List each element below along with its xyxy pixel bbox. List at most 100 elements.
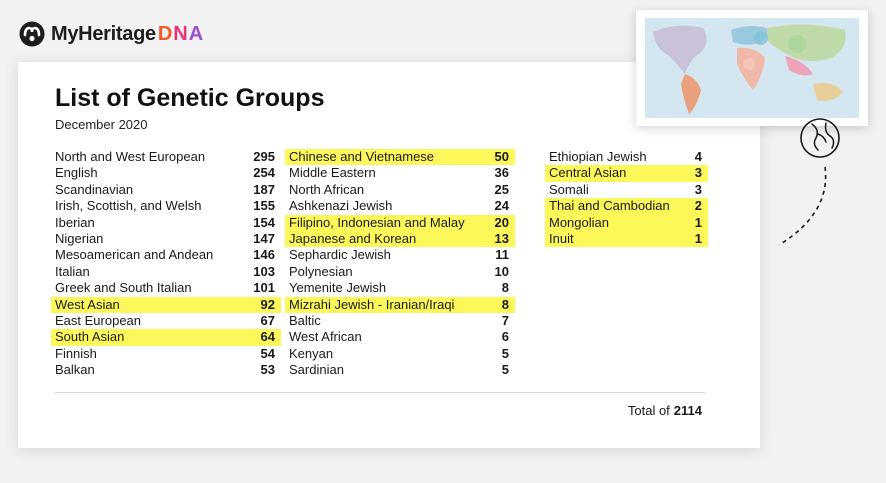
group-name: Ashkenazi Jewish	[289, 198, 393, 214]
group-name: Balkan	[55, 362, 95, 378]
group-row: West African 6	[289, 329, 509, 345]
group-count: 4	[694, 149, 702, 164]
group-count: 1	[694, 230, 702, 246]
group-row: English 254	[55, 165, 275, 181]
group-row: Finnish 54	[55, 346, 275, 362]
total-value: 2114	[673, 403, 702, 418]
group-count: 25	[494, 181, 509, 197]
group-name: Sardinian	[289, 362, 344, 378]
group-row: Kenyan 5	[289, 346, 509, 362]
group-name: Iberian	[55, 214, 95, 230]
group-row: Italian 103	[55, 264, 275, 280]
group-count: 5	[501, 362, 509, 378]
group-name: East European	[55, 312, 142, 328]
globe-icon	[800, 118, 840, 158]
group-count: 103	[253, 263, 275, 279]
groups-column-3: Ethiopian Jewish 4 Central Asian 3 Somali 3 Th…	[545, 149, 708, 248]
group-row: Mizrahi Jewish - Iranian/Iraqi 8	[285, 296, 515, 314]
group-name: Central Asian	[549, 165, 627, 181]
group-count: 295	[253, 149, 275, 164]
group-name: Chinese and Vietnamese	[289, 149, 435, 164]
group-count: 20	[494, 214, 509, 230]
group-row: Thai and Cambodian 2	[545, 198, 708, 215]
group-row: Mongolian 1	[545, 214, 708, 232]
group-count: 53	[260, 362, 275, 378]
group-name: Polynesian	[289, 263, 353, 279]
group-row: West Asian 92	[51, 296, 281, 314]
group-row: East European 67	[55, 313, 275, 329]
myheritage-logo-icon	[19, 21, 45, 47]
group-count: 5	[501, 345, 509, 361]
group-row: Greek and South Italian 101	[55, 280, 275, 296]
group-name: Filipino, Indonesian and Malay	[289, 214, 465, 230]
group-row: Ethiopian Jewish 4	[549, 149, 702, 165]
group-name: Ethiopian Jewish	[549, 149, 647, 164]
group-row: Filipino, Indonesian and Malay 20	[285, 214, 515, 232]
group-name: Scandinavian	[55, 181, 134, 197]
group-name: Middle Eastern	[289, 165, 376, 181]
group-count: 6	[501, 329, 509, 345]
group-count: 146	[253, 247, 275, 263]
group-name: West Asian	[55, 296, 120, 312]
group-row: Central Asian 3	[545, 165, 708, 183]
group-name: Irish, Scottish, and Welsh	[55, 198, 202, 214]
group-count: 8	[501, 296, 509, 312]
myheritage-logo: MyHeritage DNA	[18, 20, 204, 48]
group-count: 24	[494, 198, 509, 214]
group-name: South Asian	[55, 329, 125, 345]
group-row: Japanese and Korean 13	[285, 230, 515, 248]
brand-name: MyHeritage	[51, 22, 156, 45]
page-title: List of Genetic Groups	[55, 84, 325, 112]
group-row: Scandinavian 187	[55, 182, 275, 198]
group-name: Mongolian	[549, 214, 609, 230]
group-name: North African	[289, 181, 365, 197]
group-row: Inuit 1	[545, 230, 708, 248]
group-count: 64	[260, 329, 275, 345]
group-count: 187	[253, 181, 275, 197]
group-row: Chinese and Vietnamese 50	[285, 149, 515, 166]
group-name: Thai and Cambodian	[549, 198, 670, 214]
group-row: Polynesian 10	[289, 264, 509, 280]
list-date: December 2020	[55, 117, 148, 132]
group-name: Somali	[549, 181, 589, 197]
group-count: 50	[494, 149, 509, 164]
group-row: Nigerian 147	[55, 231, 275, 247]
group-row: Sardinian 5	[289, 362, 509, 378]
group-name: Mesoamerican and Andean	[55, 247, 214, 263]
group-name: Yemenite Jewish	[289, 280, 387, 296]
group-name: Baltic	[289, 312, 321, 328]
group-name: Inuit	[549, 230, 574, 246]
group-count: 7	[501, 312, 509, 328]
group-row: Ashkenazi Jewish 24	[289, 198, 509, 214]
group-count: 254	[253, 165, 275, 181]
group-count: 155	[253, 198, 275, 214]
group-name: English	[55, 165, 98, 181]
group-count: 11	[495, 247, 509, 263]
group-row: Mesoamerican and Andean 146	[55, 247, 275, 263]
group-row: Iberian 154	[55, 215, 275, 231]
total-row: Total of 2114	[628, 403, 702, 418]
group-count: 36	[494, 165, 509, 181]
group-count: 13	[494, 230, 509, 246]
group-row: Balkan 53	[55, 362, 275, 378]
group-row: Middle Eastern 36	[289, 165, 509, 181]
group-count: 2	[694, 198, 702, 214]
group-row: Somali 3	[549, 182, 702, 198]
group-count: 8	[501, 280, 509, 296]
group-count: 101	[253, 280, 275, 296]
brand-dna: DNA	[157, 22, 205, 45]
group-count: 147	[253, 230, 275, 246]
divider	[55, 392, 705, 393]
group-name: Finnish	[55, 345, 97, 361]
group-name: Greek and South Italian	[55, 280, 192, 296]
group-count: 3	[694, 181, 702, 197]
group-row: North African 25	[289, 182, 509, 198]
group-row: North and West European 295	[55, 149, 275, 165]
group-count: 3	[694, 165, 702, 181]
group-name: Sephardic Jewish	[289, 247, 391, 263]
group-row: Sephardic Jewish 11	[289, 247, 509, 263]
group-name: Mizrahi Jewish - Iranian/Iraqi	[289, 296, 455, 312]
group-count: 10	[494, 263, 509, 279]
total-label: Total of	[627, 403, 670, 418]
group-row: Irish, Scottish, and Welsh 155	[55, 198, 275, 214]
